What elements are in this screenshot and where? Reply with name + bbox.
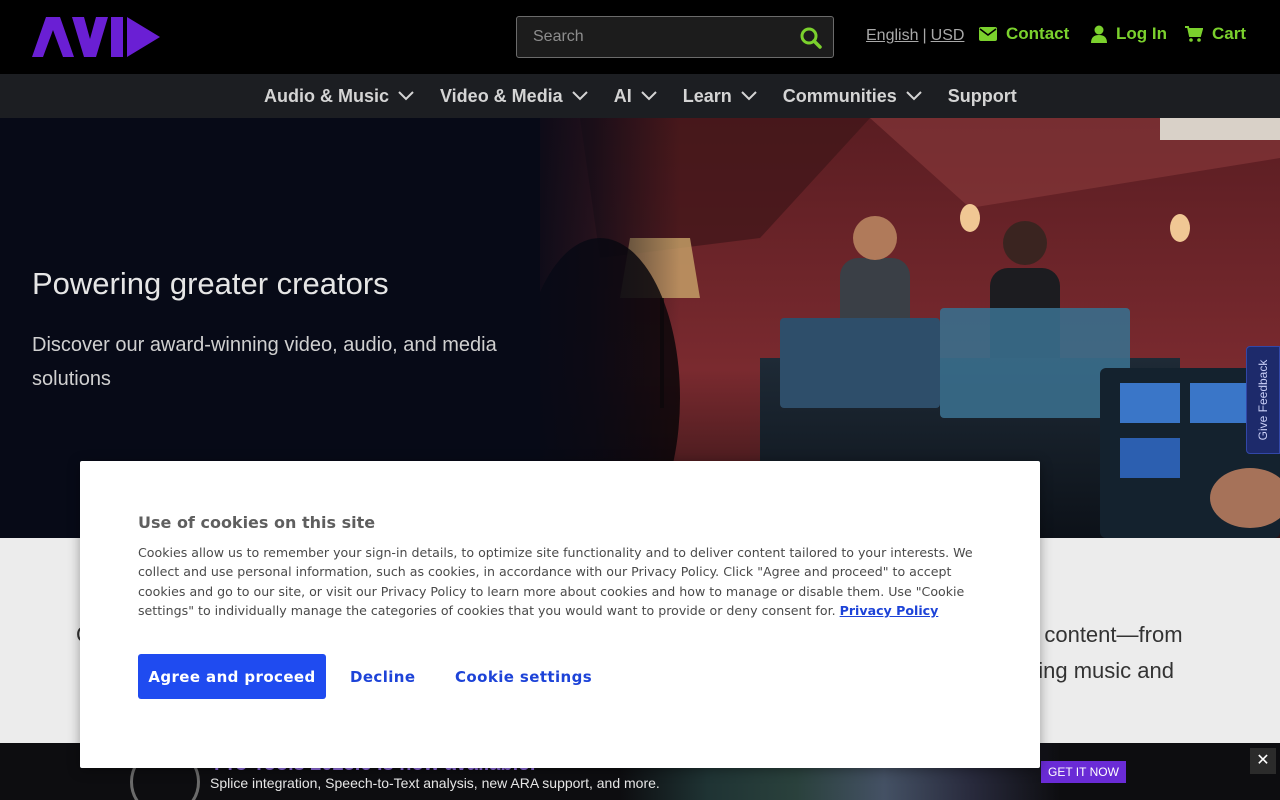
main-nav: Audio & Music Video & Media AI Learn Com… (0, 74, 1280, 118)
chevron-down-icon (398, 91, 414, 101)
login-label: Log In (1116, 24, 1167, 43)
separator: | (922, 27, 927, 44)
currency-link[interactable]: USD (931, 27, 965, 44)
chevron-down-icon (640, 91, 657, 101)
cookie-dialog-title: Use of cookies on this site (138, 513, 376, 532)
nav-item-label: Communities (782, 85, 897, 106)
decline-button[interactable]: Decline (350, 654, 415, 699)
nav-item-communities[interactable]: Communities (783, 86, 922, 107)
give-feedback-tab[interactable]: Give Feedback (1246, 346, 1280, 454)
nav-item-audio-music[interactable]: Audio & Music (264, 86, 414, 107)
cookie-settings-button[interactable]: Cookie settings (455, 654, 592, 699)
avid-logo[interactable] (32, 17, 160, 57)
user-icon (1091, 25, 1107, 43)
intro-text-fragment-1: o content—from (1026, 622, 1183, 647)
hero-title: Powering greater creators (32, 266, 389, 301)
privacy-policy-link[interactable]: Privacy Policy (840, 603, 939, 618)
chevron-down-icon (906, 91, 922, 101)
promo-subtitle: Splice integration, Speech-to-Text analy… (210, 775, 660, 791)
give-feedback-label: Give Feedback (1256, 359, 1270, 441)
search-input[interactable] (517, 17, 787, 57)
nav-item-label: Video & Media (440, 85, 563, 106)
chevron-down-icon (571, 91, 588, 101)
nav-item-label: Learn (682, 85, 732, 106)
intro-text-fragment-2: ping music and (1026, 658, 1174, 683)
close-icon[interactable]: ✕ (1250, 748, 1276, 774)
nav-item-learn[interactable]: Learn (683, 86, 757, 107)
nav-item-label: AI (613, 85, 632, 106)
chevron-down-icon (741, 91, 757, 101)
cart-link[interactable]: Cart (1185, 24, 1246, 44)
contact-label: Contact (1006, 24, 1070, 43)
cookie-dialog-body: Cookies allow us to remember your sign-i… (138, 543, 998, 621)
nav-item-label: Support (947, 85, 1017, 106)
nav-item-label: Audio & Music (264, 85, 389, 106)
cart-label: Cart (1212, 24, 1247, 43)
get-it-now-button[interactable]: GET IT NOW (1041, 761, 1126, 783)
language-currency: English | USD (866, 27, 964, 45)
cart-icon (1185, 26, 1203, 42)
nav-item-support[interactable]: Support (948, 86, 1017, 107)
top-header: English|USD Contact Log In Cart (0, 0, 1280, 74)
agree-and-proceed-button[interactable]: Agree and proceed (138, 654, 326, 699)
nav-item-ai[interactable]: AI (614, 86, 657, 107)
language-link[interactable]: English (866, 27, 918, 44)
nav-item-video-media[interactable]: Video & Media (440, 86, 588, 107)
hero-subtitle: Discover our award-winning video, audio,… (32, 334, 497, 390)
contact-link[interactable]: Contact (979, 24, 1069, 44)
cookie-dialog: Use of cookies on this site Cookies allo… (80, 461, 1040, 768)
envelope-icon (979, 27, 997, 41)
login-link[interactable]: Log In (1091, 24, 1167, 44)
search-box (516, 16, 834, 58)
search-icon[interactable] (799, 26, 823, 50)
